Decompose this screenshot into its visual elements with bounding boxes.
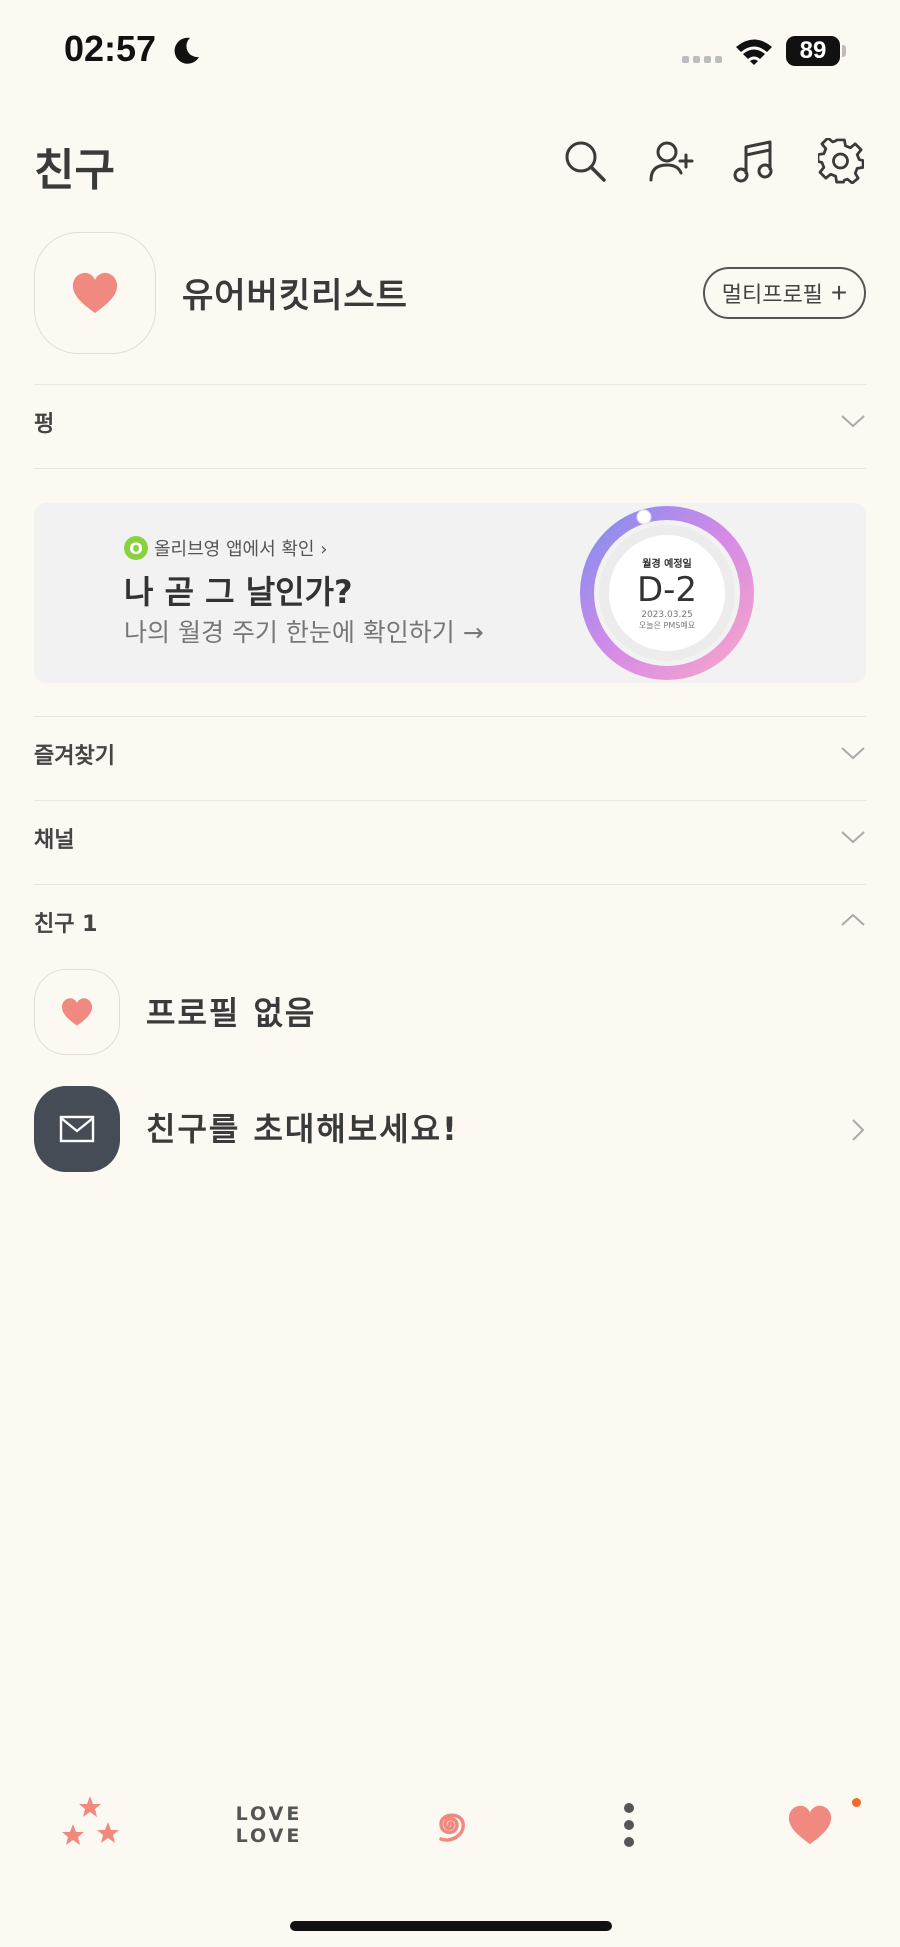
divider — [34, 884, 866, 885]
olive-young-banner[interactable]: O 올리브영 앱에서 확인 › 나 곧 그 날인가? 나의 월경 주기 한눈에 … — [34, 503, 866, 683]
more-dots-icon — [624, 1803, 634, 1847]
tab-stars-icon[interactable] — [56, 1790, 126, 1860]
chevron-right-icon[interactable] — [850, 1117, 866, 1143]
section-friends-label[interactable]: 친구 1 — [34, 906, 97, 938]
plus-icon: + — [830, 277, 848, 308]
status-bar: 02:57 89 — [0, 0, 900, 100]
tab-more-icon[interactable] — [594, 1790, 664, 1860]
status-time: 02:57 — [64, 28, 157, 69]
chevron-down-icon[interactable] — [840, 413, 866, 429]
tab-heart-icon[interactable] — [775, 1790, 845, 1860]
chevron-up-icon[interactable] — [840, 912, 866, 928]
ring-label: 월경 예정일 — [642, 559, 692, 570]
banner-title: 나 곧 그 날인가? — [124, 573, 353, 611]
battery-nub — [842, 45, 846, 57]
period-ring-center: 월경 예정일 D-2 2023.03.25 오늘은 PMS예요 — [609, 535, 725, 651]
settings-gear-icon[interactable] — [816, 136, 865, 185]
heart-icon — [61, 998, 93, 1026]
ring-dday: D-2 — [636, 570, 698, 610]
invite-avatar[interactable] — [34, 1086, 120, 1172]
add-friend-icon[interactable] — [648, 138, 694, 184]
tab-love-icon[interactable]: LOVE LOVE — [234, 1790, 304, 1860]
music-icon[interactable] — [732, 138, 778, 184]
love-text-line-1: LOVE — [235, 1803, 303, 1825]
heart-icon — [72, 272, 118, 313]
love-text-icon: LOVE LOVE — [236, 1803, 303, 1847]
friend-name[interactable]: 프로필 없음 — [146, 988, 316, 1034]
ring-date: 2023.03.25 — [641, 610, 693, 620]
ring-note: 오늘은 PMS예요 — [638, 621, 696, 630]
heart-icon — [788, 1805, 832, 1845]
divider — [34, 468, 866, 469]
multi-profile-label: 멀티프로필 — [721, 282, 823, 307]
banner-source[interactable]: O 올리브영 앱에서 확인 › — [124, 535, 327, 561]
section-favorites-label[interactable]: 즐겨찾기 — [34, 738, 115, 770]
multi-profile-button[interactable]: 멀티프로필 + — [703, 267, 866, 319]
divider — [34, 716, 866, 717]
envelope-icon — [59, 1115, 95, 1143]
swirl-icon — [439, 1813, 465, 1842]
cellular-signal-icon — [682, 56, 722, 63]
chevron-down-icon[interactable] — [840, 829, 866, 845]
friend-avatar[interactable] — [34, 969, 120, 1055]
divider — [34, 384, 866, 385]
invite-friends-label[interactable]: 친구를 초대해보세요! — [146, 1104, 459, 1150]
my-profile-avatar[interactable] — [34, 232, 156, 354]
page-title: 친구 — [34, 145, 115, 196]
search-icon[interactable] — [562, 138, 608, 184]
notification-dot — [852, 1798, 861, 1807]
olive-young-logo-icon: O — [124, 536, 148, 560]
banner-source-text: 올리브영 앱에서 확인 › — [154, 539, 328, 560]
love-text-line-2: LOVE — [235, 1825, 303, 1847]
section-channels-label[interactable]: 채널 — [34, 822, 74, 854]
banner-subtitle: 나의 월경 주기 한눈에 확인하기 → — [124, 618, 484, 647]
divider — [34, 800, 866, 801]
chevron-down-icon[interactable] — [840, 745, 866, 761]
stars-icon — [62, 1796, 119, 1845]
battery-indicator: 89 — [786, 36, 840, 66]
section-updated-label[interactable]: 펑 — [34, 406, 54, 438]
period-ring: 월경 예정일 D-2 2023.03.25 오늘은 PMS예요 — [579, 505, 755, 681]
tab-swirl-icon[interactable] — [414, 1790, 484, 1860]
home-indicator[interactable] — [290, 1921, 612, 1931]
my-profile-name[interactable]: 유어버킷리스트 — [182, 268, 408, 317]
wifi-icon — [736, 39, 772, 65]
moon-icon — [174, 37, 199, 64]
